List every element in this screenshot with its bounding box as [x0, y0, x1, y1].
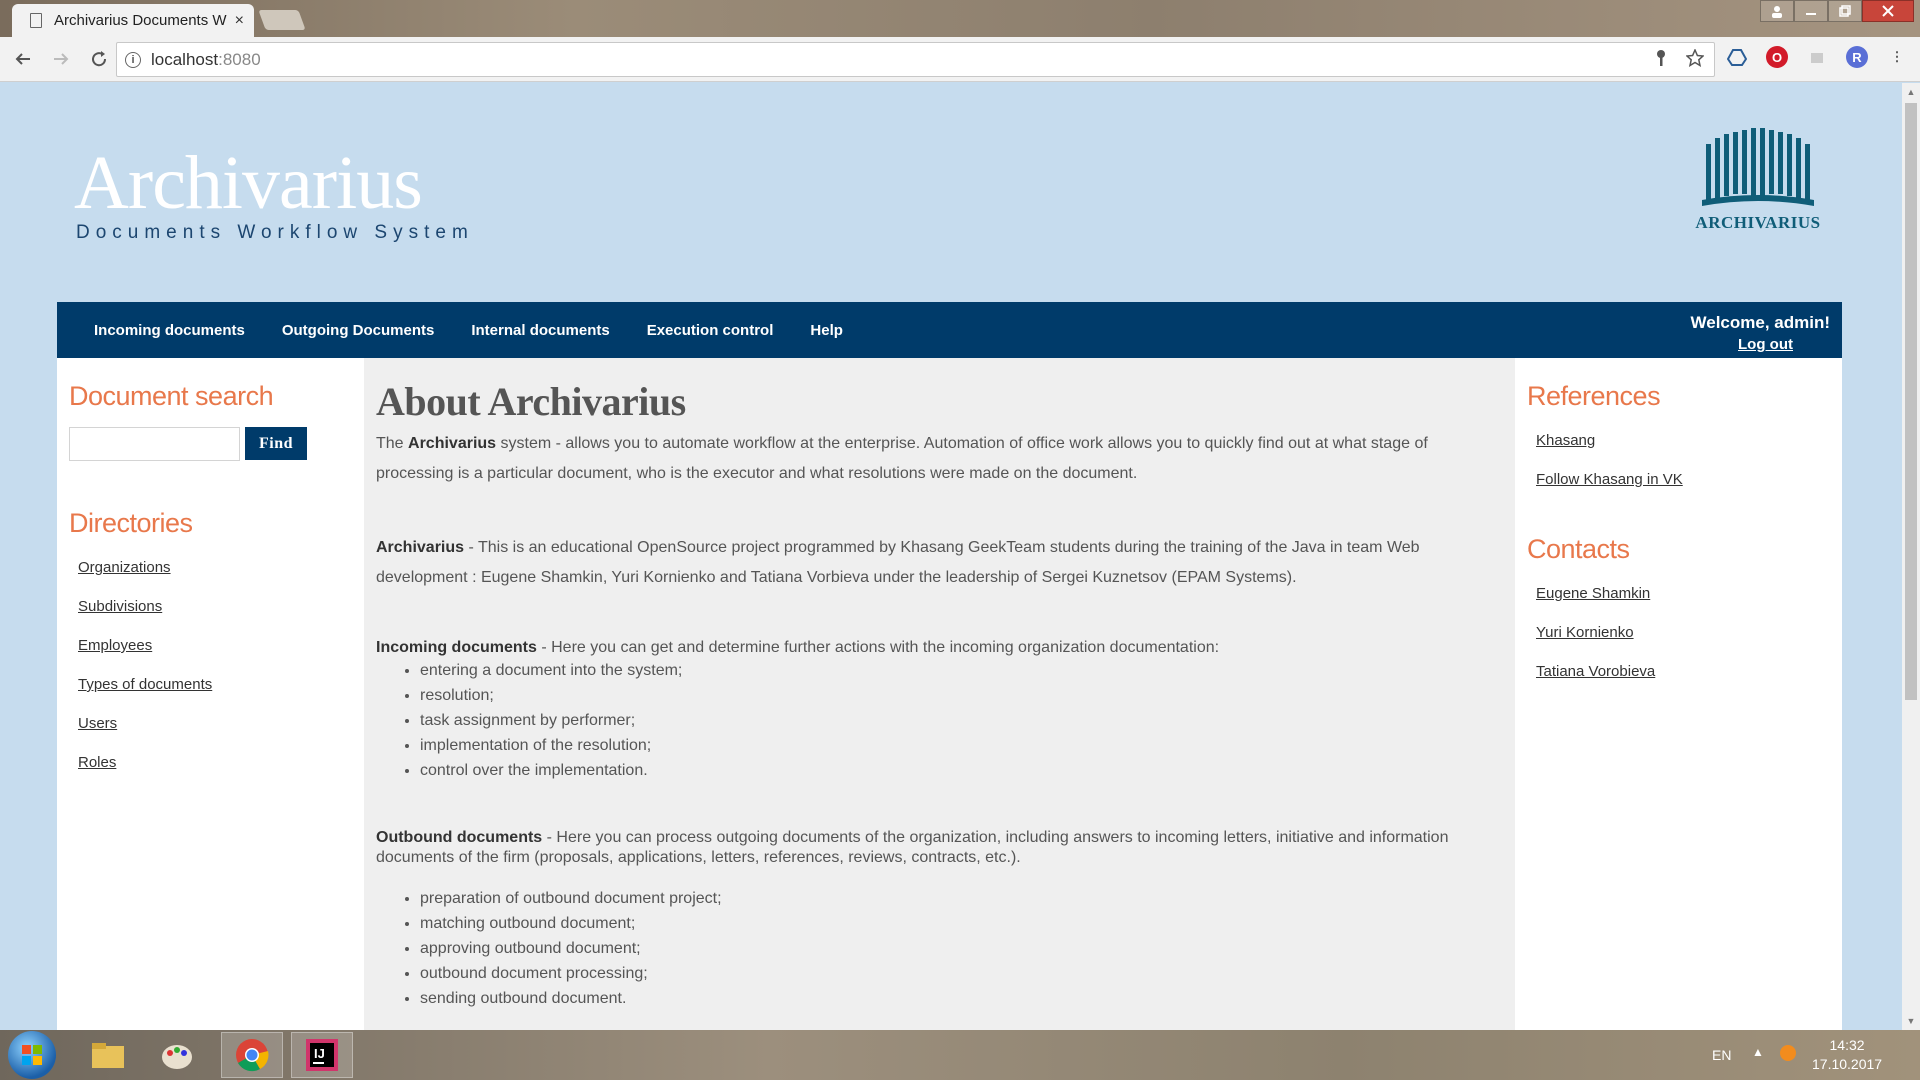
- book-logo-icon: [1702, 128, 1814, 206]
- list-item: entering a document into the system;: [420, 658, 1496, 683]
- back-icon[interactable]: [8, 44, 38, 74]
- close-tab-icon[interactable]: ×: [235, 12, 244, 30]
- contacts-list: Eugene Shamkin Yuri Kornienko Tatiana Vo…: [1527, 585, 1655, 681]
- main-navigation: Incoming documents Outgoing Documents In…: [57, 302, 1842, 358]
- browser-toolbar: i localhost:8080 O R ⋮: [0, 37, 1920, 82]
- list-item: outbound document processing;: [420, 961, 1496, 986]
- right-sidebar: References Khasang Follow Khasang in VK …: [1515, 358, 1842, 1030]
- site-title: Archivarius: [74, 141, 423, 225]
- nav-internal-documents[interactable]: Internal documents: [471, 322, 609, 339]
- list-item: implementation of the resolution;: [420, 733, 1496, 758]
- svg-text:IJ: IJ: [314, 1046, 325, 1061]
- directory-subdivisions-link[interactable]: Subdivisions: [78, 598, 162, 615]
- clock-time: 14:32: [1829, 1037, 1865, 1053]
- windows-logo-icon: [22, 1045, 42, 1065]
- start-button[interactable]: [8, 1031, 56, 1079]
- directories-heading: Directories: [69, 508, 193, 538]
- search-form: Find: [69, 427, 307, 461]
- info-icon[interactable]: i: [125, 51, 141, 68]
- taskbar-paint-icon[interactable]: [155, 1037, 199, 1073]
- references-list: Khasang Follow Khasang in VK: [1527, 432, 1683, 489]
- reference-vk-link[interactable]: Follow Khasang in VK: [1536, 471, 1683, 488]
- archivarius-logo[interactable]: ARCHIVARIUS: [1688, 126, 1828, 233]
- directory-users-link[interactable]: Users: [78, 715, 117, 732]
- taskbar: IJ EN ▲ 14:32 17.10.2017: [0, 1030, 1920, 1080]
- r-extension-icon[interactable]: R: [1846, 46, 1868, 68]
- contacts-heading: Contacts: [1527, 534, 1630, 564]
- show-hidden-icons[interactable]: ▲: [1752, 1045, 1764, 1059]
- directory-roles-link[interactable]: Roles: [78, 754, 116, 771]
- project-paragraph: Archivarius - This is an educational Ope…: [376, 539, 1420, 586]
- address-bar[interactable]: i localhost:8080: [116, 42, 1715, 77]
- document-search-heading: Document search: [69, 381, 274, 411]
- list-item: approving outbound document;: [420, 936, 1496, 961]
- tab-title: Archivarius Documents W: [54, 12, 227, 29]
- list-item: task assignment by performer;: [420, 708, 1496, 733]
- reload-icon[interactable]: [84, 44, 114, 74]
- contact-shamkin-link[interactable]: Eugene Shamkin: [1536, 585, 1650, 602]
- nav-help[interactable]: Help: [810, 322, 843, 339]
- outbound-list: preparation of outbound document project…: [420, 886, 1496, 1011]
- window-controls: [1760, 0, 1914, 22]
- site-subtitle: Documents Workflow System: [76, 222, 474, 243]
- language-indicator[interactable]: EN: [1712, 1047, 1731, 1063]
- scroll-down-icon[interactable]: ▼: [1902, 1012, 1920, 1030]
- contact-kornienko-link[interactable]: Yuri Kornienko: [1536, 624, 1634, 641]
- directory-organizations-link[interactable]: Organizations: [78, 559, 171, 576]
- taskbar-explorer-icon[interactable]: [86, 1037, 130, 1073]
- outbound-paragraph: Outbound documents - Here you can proces…: [376, 829, 1449, 866]
- forward-icon[interactable]: [46, 44, 76, 74]
- nav-execution-control[interactable]: Execution control: [647, 322, 774, 339]
- scroll-up-icon[interactable]: ▲: [1902, 83, 1920, 101]
- list-item: sending outbound document.: [420, 986, 1496, 1011]
- main-content: About Archivarius The Archivarius system…: [364, 358, 1515, 1030]
- nav-outgoing-documents[interactable]: Outgoing Documents: [282, 322, 435, 339]
- restore-icon[interactable]: [1828, 0, 1862, 22]
- opera-extension-icon[interactable]: O: [1766, 46, 1788, 68]
- find-button[interactable]: Find: [245, 427, 307, 460]
- puzzle-extension-icon[interactable]: [1806, 46, 1828, 68]
- taskbar-intellij-icon[interactable]: IJ: [291, 1032, 353, 1078]
- incoming-paragraph: Incoming documents - Here you can get an…: [376, 639, 1220, 656]
- directory-employees-link[interactable]: Employees: [78, 637, 152, 654]
- browser-tab[interactable]: Archivarius Documents W ×: [12, 4, 254, 37]
- url-text: localhost:8080: [151, 49, 261, 69]
- user-profile-icon[interactable]: [1760, 0, 1794, 22]
- user-welcome: Welcome, admin! Log out: [1691, 312, 1831, 355]
- list-item: resolution;: [420, 683, 1496, 708]
- menu-dots-icon[interactable]: ⋮: [1886, 46, 1908, 68]
- clock-date: 17.10.2017: [1812, 1056, 1883, 1072]
- page-scrollbar[interactable]: ▲ ▼: [1902, 83, 1920, 1030]
- bookmark-star-icon[interactable]: [1685, 48, 1705, 72]
- new-tab-button[interactable]: [258, 10, 306, 30]
- incoming-list: entering a document into the system; res…: [420, 658, 1496, 783]
- extensions-area: O R ⋮: [1726, 46, 1908, 68]
- close-window-icon[interactable]: [1862, 0, 1914, 22]
- intro-paragraph: The Archivarius system - allows you to a…: [376, 435, 1428, 482]
- browser-titlebar: Archivarius Documents W ×: [0, 0, 1920, 37]
- scroll-thumb[interactable]: [1905, 103, 1917, 700]
- drive-extension-icon[interactable]: [1726, 46, 1748, 68]
- minimize-icon[interactable]: [1794, 0, 1828, 22]
- reference-khasang-link[interactable]: Khasang: [1536, 432, 1595, 449]
- left-sidebar: Document search Find Directories Organiz…: [57, 358, 364, 1030]
- welcome-text: Welcome, admin!: [1690, 313, 1831, 332]
- logout-link[interactable]: Log out: [1738, 336, 1793, 353]
- list-item: preparation of outbound document project…: [420, 886, 1496, 911]
- nav-incoming-documents[interactable]: Incoming documents: [94, 322, 245, 339]
- taskbar-chrome-icon[interactable]: [221, 1032, 283, 1078]
- contact-vorobieva-link[interactable]: Tatiana Vorobieva: [1536, 663, 1655, 680]
- logo-text: ARCHIVARIUS: [1695, 213, 1821, 232]
- references-heading: References: [1527, 381, 1661, 411]
- document-icon: [30, 13, 42, 28]
- list-item: matching outbound document;: [420, 911, 1496, 936]
- list-item: control over the implementation.: [420, 758, 1496, 783]
- clock[interactable]: 14:32 17.10.2017: [1812, 1036, 1882, 1074]
- key-icon[interactable]: [1654, 49, 1668, 72]
- tray-app-icon[interactable]: [1780, 1045, 1796, 1061]
- directory-document-types-link[interactable]: Types of documents: [78, 676, 212, 693]
- directories-list: Organizations Subdivisions Employees Typ…: [69, 559, 212, 772]
- search-input[interactable]: [69, 427, 240, 461]
- page-title: About Archivarius: [376, 379, 686, 424]
